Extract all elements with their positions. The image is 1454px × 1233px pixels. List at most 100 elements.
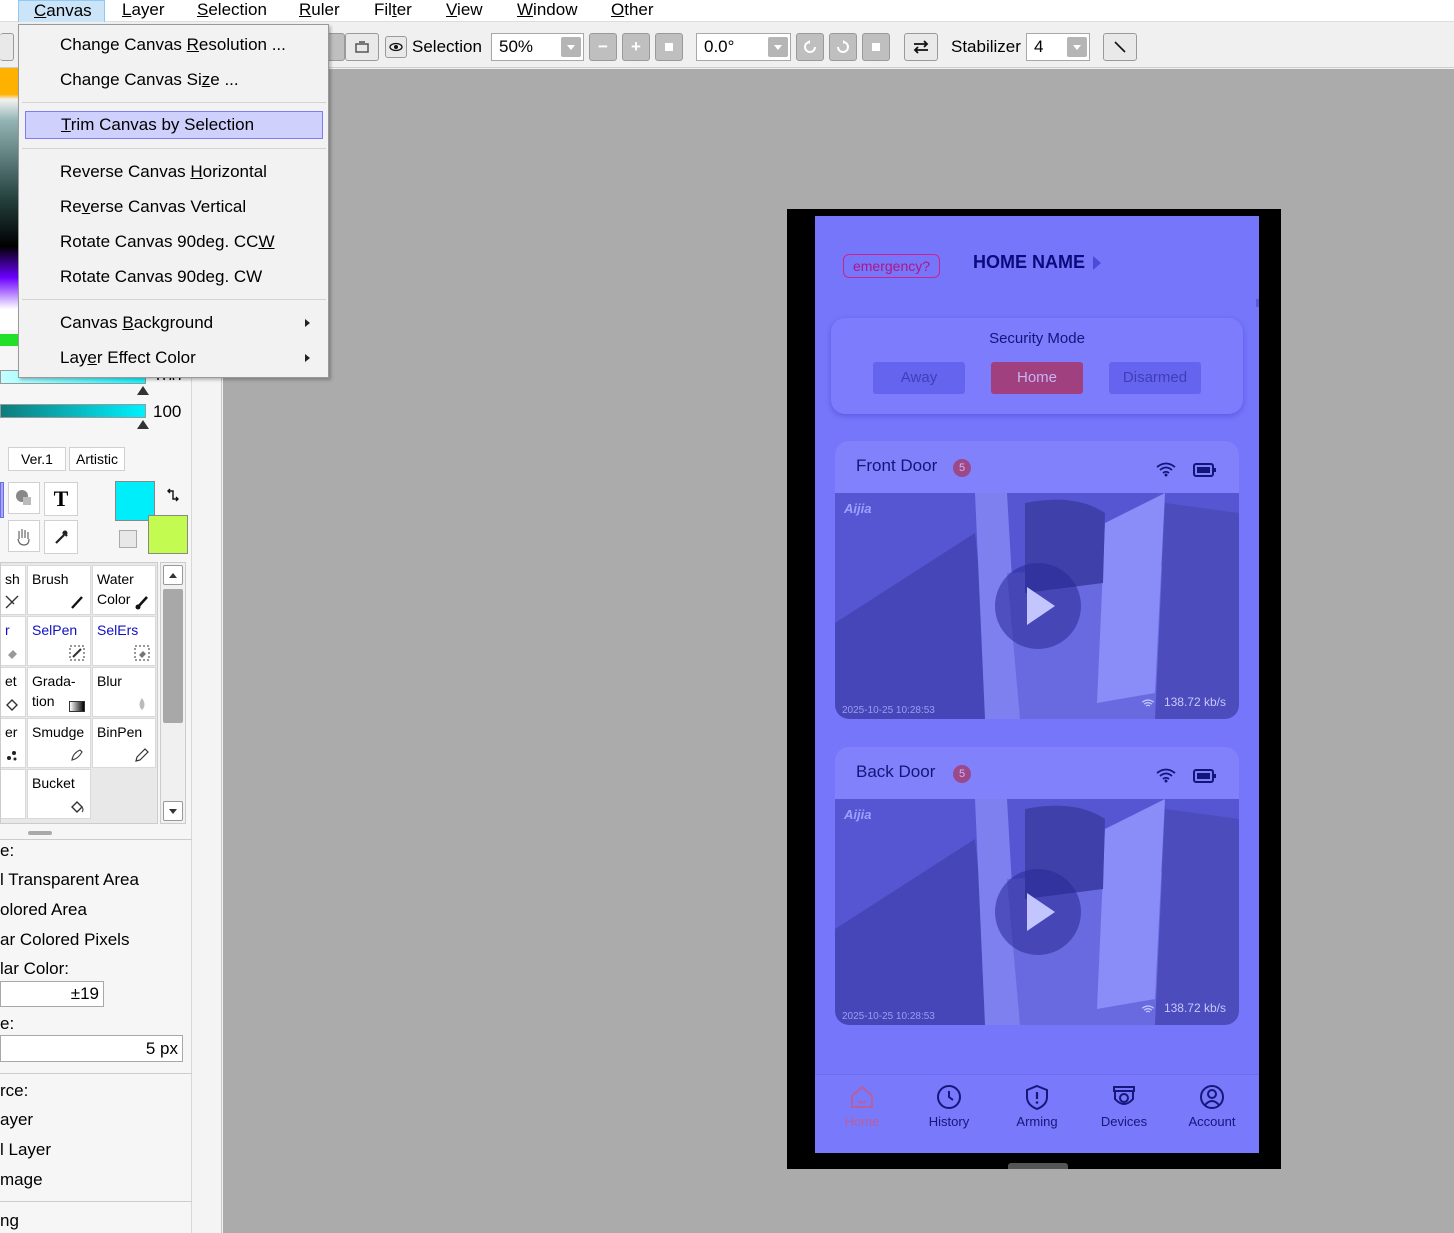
menu-item-layer-effect-color[interactable]: Layer Effect Color xyxy=(19,341,328,375)
fill-option-similar[interactable]: ar Colored Pixels xyxy=(0,930,129,950)
menu-item-change-size[interactable]: Change Canvas Size ... xyxy=(19,63,328,97)
fill-option-transparent[interactable]: l Transparent Area xyxy=(0,870,139,890)
sub-color-swatch[interactable] xyxy=(148,515,188,554)
menu-window[interactable]: Window xyxy=(517,0,577,22)
scroll-up-icon[interactable] xyxy=(163,565,183,585)
toolbar-button[interactable] xyxy=(0,33,14,61)
source-option-layer[interactable]: ayer xyxy=(0,1110,33,1130)
tool-eraser[interactable]: r xyxy=(1,616,26,666)
emergency-button[interactable]: emergency? xyxy=(843,254,940,278)
similar-color-input[interactable]: ±19 xyxy=(0,981,104,1007)
menu-accel: C xyxy=(34,1,47,20)
menu-view[interactable]: View xyxy=(446,0,483,22)
menu-item-rotate-cw[interactable]: Rotate Canvas 90deg. CW xyxy=(19,260,328,294)
menu-selection[interactable]: Selection xyxy=(197,0,267,22)
play-button[interactable] xyxy=(995,869,1081,955)
shape-tool-button[interactable] xyxy=(8,482,40,514)
color-wheel[interactable] xyxy=(0,68,18,330)
menu-canvas[interactable]: Canvas xyxy=(18,0,105,22)
tool-brush[interactable]: Brush xyxy=(27,565,91,615)
tool-marker[interactable]: er xyxy=(1,718,26,768)
tool-selpen[interactable]: SelPen xyxy=(27,616,91,666)
zoom-out-button[interactable]: − xyxy=(589,33,617,61)
color-slider-2[interactable] xyxy=(0,404,146,418)
source-option-image[interactable]: mage xyxy=(0,1170,43,1190)
zoom-in-button[interactable]: + xyxy=(622,33,650,61)
source-option-selected-layer[interactable]: l Layer xyxy=(0,1140,51,1160)
transparent-color-button[interactable] xyxy=(119,530,137,548)
tool-gradation[interactable]: Grada-tion xyxy=(27,667,91,717)
slider-handle[interactable] xyxy=(137,386,149,395)
text-tool-button[interactable]: T xyxy=(44,482,78,516)
tool-smudge[interactable]: Smudge xyxy=(27,718,91,768)
menu-item-rotate-ccw[interactable]: Rotate Canvas 90deg. CCW xyxy=(19,225,328,259)
line-mode-button[interactable] xyxy=(1103,33,1137,61)
swap-colors-icon[interactable] xyxy=(165,487,181,503)
color-slider-green[interactable] xyxy=(0,334,18,346)
slider-handle[interactable] xyxy=(137,420,149,429)
menu-item-canvas-background[interactable]: Canvas Background xyxy=(19,306,328,340)
airbrush-icon xyxy=(5,595,19,609)
fill-option-colored[interactable]: olored Area xyxy=(0,900,87,920)
menu-ruler[interactable]: Ruler xyxy=(299,0,340,22)
mode-disarmed-button[interactable]: Disarmed xyxy=(1109,362,1201,394)
tool-bucket[interactable]: Bucket xyxy=(27,769,91,819)
tool-blur[interactable]: Blur xyxy=(92,667,156,717)
rotate-ccw-button[interactable] xyxy=(796,33,824,61)
nav-account[interactable]: Account xyxy=(1177,1083,1247,1129)
size-input[interactable]: 5 px xyxy=(0,1035,183,1062)
menu-layer[interactable]: Layer xyxy=(122,0,165,22)
tab-ver1[interactable]: Ver.1 xyxy=(8,447,66,471)
tool-empty[interactable] xyxy=(1,769,26,819)
tool-watercolor[interactable]: Water Color xyxy=(92,565,156,615)
tool-bucket-partial[interactable]: et xyxy=(1,667,26,717)
menu-item-change-resolution[interactable]: Change Canvas Resolution ... xyxy=(19,28,328,62)
rotate-cw-button[interactable] xyxy=(829,33,857,61)
menu-label-rest: iew xyxy=(457,0,483,19)
show-selection-toggle[interactable] xyxy=(385,36,407,58)
rotate-reset-button[interactable] xyxy=(862,33,890,61)
tool-selers[interactable]: SelErs xyxy=(92,616,156,666)
eyedropper-icon xyxy=(55,530,68,544)
camera-preview[interactable]: Aijia 2025-10-25 10:28:53 138.72 kb/s xyxy=(835,493,1239,719)
mode-home-button[interactable]: Home xyxy=(991,362,1083,394)
zoom-select[interactable]: 50% xyxy=(491,33,584,61)
camera-card[interactable]: Back Door 5 Aijia 2025-10-25 10:28:53 13… xyxy=(835,747,1239,1025)
menu-item-reverse-vertical[interactable]: Reverse Canvas Vertical xyxy=(19,190,328,224)
menu-filter[interactable]: Filter xyxy=(374,0,412,22)
tab-artistic[interactable]: Artistic xyxy=(69,447,125,471)
menu-item-reverse-horizontal[interactable]: Reverse Canvas Horizontal xyxy=(19,155,328,189)
camera-preview[interactable]: Aijia 2025-10-25 10:28:53 138.72 kb/s xyxy=(835,799,1239,1025)
play-button[interactable] xyxy=(995,563,1081,649)
wifi-icon xyxy=(1156,462,1176,477)
nav-history[interactable]: History xyxy=(914,1083,984,1129)
scroll-down-icon[interactable] xyxy=(163,801,183,821)
tool-scrollbar[interactable] xyxy=(160,562,186,824)
tool-airbrush[interactable]: sh xyxy=(1,565,26,615)
rotation-select[interactable]: 0.0° xyxy=(696,33,791,61)
stabilizer-select[interactable]: 4 xyxy=(1026,33,1090,61)
flip-horizontal-button[interactable] xyxy=(904,33,938,61)
size-value: 5 px xyxy=(145,1039,178,1058)
menu-accel: R xyxy=(299,0,312,19)
eyedropper-tool-button[interactable] xyxy=(44,520,78,554)
antialiasing-option[interactable]: ng xyxy=(0,1211,19,1231)
scroll-thumb[interactable] xyxy=(163,589,183,723)
hand-tool-button[interactable] xyxy=(8,520,40,552)
invert-selection-button[interactable] xyxy=(345,33,379,61)
mode-away-button[interactable]: Away xyxy=(873,362,965,394)
nav-devices[interactable]: Devices xyxy=(1089,1083,1159,1129)
camera-card[interactable]: Front Door 5 Aijia 2025-10-25 10:28:53 1… xyxy=(835,441,1239,719)
shapes-icon xyxy=(16,490,31,505)
zoom-reset-button[interactable] xyxy=(655,33,683,61)
menu-item-trim-by-selection[interactable]: Trim Canvas by Selection xyxy=(25,111,323,139)
menu-other[interactable]: Other xyxy=(611,0,654,22)
tool-binpen[interactable]: BinPen xyxy=(92,718,156,768)
tool-selected[interactable] xyxy=(0,482,4,518)
nav-arming[interactable]: Arming xyxy=(1002,1083,1072,1129)
nav-home[interactable]: Home xyxy=(827,1083,897,1129)
home-name[interactable]: HOME NAME xyxy=(973,252,1085,273)
divider xyxy=(0,839,192,840)
similar-color-value: ±19 xyxy=(70,984,99,1003)
panel-resize-handle[interactable] xyxy=(28,831,52,835)
